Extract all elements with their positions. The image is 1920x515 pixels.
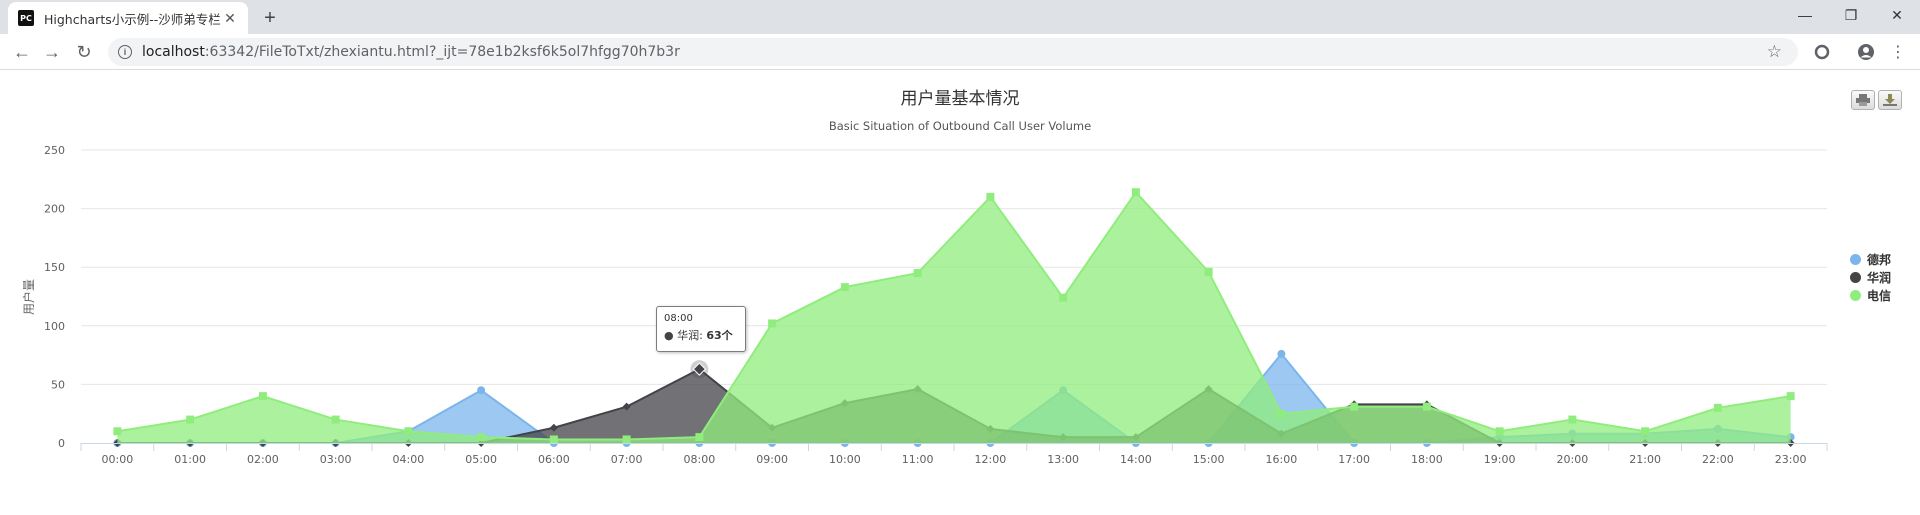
legend-item[interactable]: 华润 (1850, 268, 1891, 286)
data-point[interactable] (258, 392, 267, 401)
y-tick-label: 0 (58, 437, 65, 450)
close-tab-icon[interactable]: ✕ (222, 10, 238, 26)
legend-dot-icon (1850, 271, 1861, 283)
x-tick-label: 01:00 (174, 453, 206, 466)
y-axis-label: 用户量 (21, 279, 36, 315)
chart-legend: 德邦 华润 电信 (1850, 250, 1891, 304)
y-tick-label: 150 (44, 261, 65, 274)
x-tick-label: 18:00 (1411, 453, 1443, 466)
menu-icon[interactable]: ⋮ (1888, 42, 1908, 62)
chart-container: 用户量基本情况 Basic Situation of Outbound Call… (0, 70, 1920, 515)
data-point[interactable] (404, 427, 413, 436)
x-tick-label: 07:00 (611, 453, 643, 466)
data-point[interactable] (1786, 392, 1795, 401)
data-point[interactable] (1641, 427, 1650, 436)
extension-icon[interactable] (1812, 42, 1832, 62)
maximize-button[interactable]: ❐ (1828, 0, 1874, 30)
chart-tooltip: 08:00 ● 华润: 63个 (656, 306, 746, 352)
legend-label: 电信 (1867, 288, 1892, 303)
y-tick-label: 100 (44, 320, 65, 333)
data-point[interactable] (1350, 402, 1359, 411)
y-tick-label: 250 (44, 144, 65, 157)
new-tab-button[interactable]: + (258, 6, 282, 30)
series-layer (113, 188, 1795, 447)
data-point[interactable] (1277, 349, 1286, 358)
x-tick-label: 21:00 (1629, 453, 1661, 466)
data-point[interactable] (113, 427, 122, 436)
reload-icon[interactable]: ↻ (72, 40, 96, 64)
data-point[interactable] (331, 415, 340, 424)
x-tick-label: 08:00 (684, 453, 716, 466)
y-tick-label: 200 (44, 203, 65, 216)
data-point[interactable] (840, 283, 849, 292)
x-tick-label: 16:00 (1266, 453, 1298, 466)
data-point[interactable] (186, 415, 195, 424)
data-point[interactable] (477, 433, 486, 442)
x-tick-label: 14:00 (1120, 453, 1152, 466)
data-point[interactable] (768, 319, 777, 328)
x-tick-label: 09:00 (756, 453, 788, 466)
x-tick-label: 12:00 (975, 453, 1007, 466)
data-point[interactable] (622, 435, 631, 444)
x-tick-label: 17:00 (1338, 453, 1370, 466)
info-icon[interactable]: i (118, 45, 132, 59)
back-icon[interactable]: ← (10, 40, 34, 64)
data-point[interactable] (1568, 415, 1577, 424)
data-point[interactable] (1204, 267, 1213, 276)
x-tick-label: 00:00 (102, 453, 134, 466)
data-point[interactable] (1422, 402, 1431, 411)
legend-label: 华润 (1867, 270, 1892, 285)
tooltip-x: 08:00 (664, 313, 693, 324)
series-area (117, 192, 1791, 443)
y-tick-label: 50 (51, 378, 65, 391)
x-tick-label: 15:00 (1193, 453, 1225, 466)
legend-dot-icon (1850, 253, 1861, 265)
tooltip-dot-icon: ● (664, 329, 674, 342)
x-tick-label: 19:00 (1484, 453, 1516, 466)
legend-item[interactable]: 电信 (1850, 286, 1891, 304)
x-tick-label: 13:00 (1047, 453, 1079, 466)
data-point[interactable] (695, 433, 704, 442)
tooltip-series: 华润 (677, 329, 700, 342)
x-tick-label: 06:00 (538, 453, 570, 466)
x-tick-label: 04:00 (393, 453, 425, 466)
data-point[interactable] (477, 386, 486, 395)
x-tick-label: 02:00 (247, 453, 279, 466)
data-point[interactable] (1059, 293, 1068, 302)
x-tick-label: 23:00 (1775, 453, 1807, 466)
chart-plot: 0 50 100 150 200 250 00:00 01:00 02:00 03:00 04:00… (21, 144, 1828, 466)
hover-layer (690, 360, 709, 379)
browser-tab[interactable]: PC Highcharts小示例--沙师弟专栏 ✕ (8, 2, 248, 34)
browser-toolbar: ← → ↻ i localhost:63342/FileToTxt/zhexia… (0, 34, 1920, 70)
forward-icon[interactable]: → (40, 40, 64, 64)
url-text: localhost:63342/FileToTxt/zhexiantu.html… (142, 44, 680, 60)
address-bar[interactable]: i localhost:63342/FileToTxt/zhexiantu.ht… (108, 38, 1798, 66)
data-point[interactable] (1495, 427, 1504, 436)
data-point[interactable] (913, 269, 922, 278)
minimize-button[interactable]: — (1782, 0, 1828, 30)
legend-item[interactable]: 德邦 (1850, 250, 1891, 268)
data-point[interactable] (1277, 409, 1286, 418)
data-point[interactable] (1713, 403, 1722, 412)
legend-label: 德邦 (1867, 252, 1892, 267)
favicon-icon: PC (18, 10, 34, 26)
star-icon[interactable]: ☆ (1767, 42, 1782, 62)
legend-dot-icon (1850, 289, 1861, 301)
data-point[interactable] (986, 192, 995, 201)
tooltip-value: 63个 (706, 329, 733, 342)
x-tick-label: 10:00 (829, 453, 861, 466)
x-tick-label: 05:00 (465, 453, 497, 466)
data-point[interactable] (549, 435, 558, 444)
x-tick-label: 20:00 (1557, 453, 1589, 466)
tab-strip: PC Highcharts小示例--沙师弟专栏 ✕ + — ❐ ✕ (0, 0, 1920, 34)
x-tick-label: 11:00 (902, 453, 934, 466)
tab-title: Highcharts小示例--沙师弟专栏 (44, 11, 221, 27)
x-tick-label: 03:00 (320, 453, 352, 466)
close-window-button[interactable]: ✕ (1874, 0, 1920, 30)
data-point[interactable] (1131, 188, 1140, 197)
profile-icon[interactable] (1856, 42, 1876, 62)
x-tick-label: 22:00 (1702, 453, 1734, 466)
